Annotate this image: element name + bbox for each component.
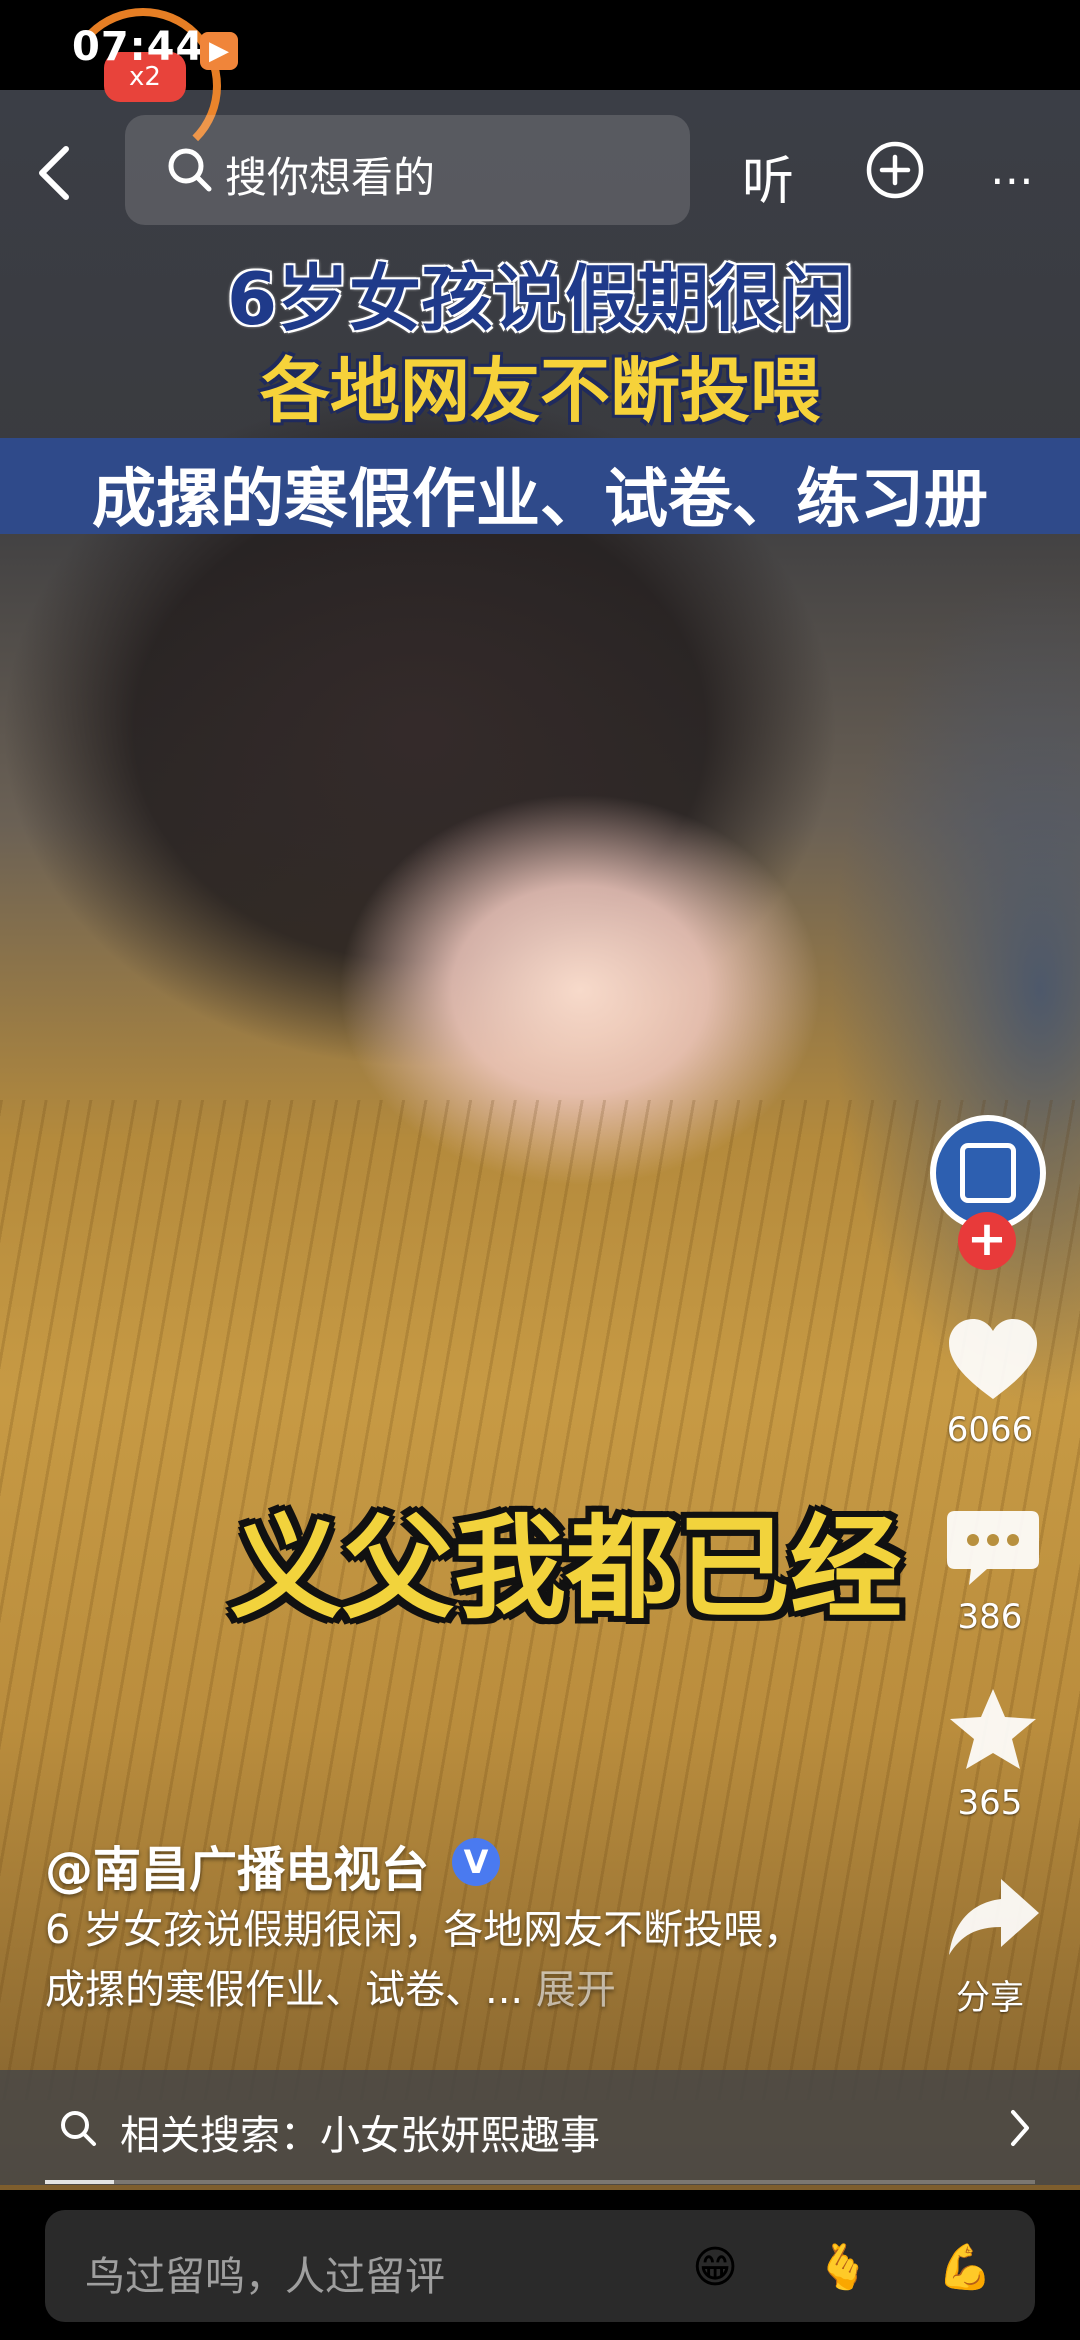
video-subtitle: 义父我都已经 <box>230 1504 902 1634</box>
related-search-text: 相关搜索：小女张妍熙趣事 <box>120 2113 600 2159</box>
top-bar: 搜你想看的 听 ⋯ <box>0 115 1080 225</box>
grin-emoji-icon[interactable]: 😁 <box>685 2238 745 2298</box>
station-logo-icon <box>960 1143 1016 1203</box>
video-headline-3: 成摞的寒假作业、试卷、练习册 <box>92 463 988 537</box>
author-name[interactable]: @南昌广播电视台 <box>45 1830 429 1900</box>
play-badge-icon: ▶ <box>200 32 238 70</box>
comment-bubble-icon[interactable] <box>943 1505 1043 1595</box>
video-player-screen: x2 07:44 ▶ 搜你想看的 听 ⋯ 6岁女孩说假期很闲 各地网友不断投喂 … <box>0 0 1080 2340</box>
chevron-right-icon <box>1011 2110 1029 2146</box>
favorite-count: 365 <box>957 1783 1023 1823</box>
video-description[interactable]: 6 岁女孩说假期很闲，各地网友不断投喂，成摞的寒假作业、试卷、... 展开 <box>45 1900 815 2020</box>
search-icon <box>61 2111 96 2146</box>
related-search-bar[interactable]: 相关搜索：小女张妍熙趣事 <box>0 2070 1080 2185</box>
share-arrow-icon[interactable] <box>943 1873 1043 1963</box>
back-icon[interactable] <box>30 143 80 203</box>
finger-heart-emoji-icon[interactable]: 🫰 <box>813 2238 873 2298</box>
description-text: 6 岁女孩说假期很闲，各地网友不断投喂，成摞的寒假作业、试卷、... <box>45 1907 804 2013</box>
favorite-star-icon[interactable] <box>943 1685 1043 1775</box>
comment-input-area: 鸟过留鸣，人过留评 😁 🫰 💪 <box>0 2190 1080 2340</box>
more-icon[interactable]: ⋯ <box>990 155 1036 206</box>
comment-placeholder: 鸟过留鸣，人过留评 <box>85 2254 445 2300</box>
status-bar: x2 07:44 ▶ <box>0 0 1080 164</box>
playback-progress-bar[interactable] <box>45 2180 1035 2184</box>
search-icon <box>168 148 212 192</box>
search-bar[interactable]: 搜你想看的 <box>125 115 690 225</box>
comment-count: 386 <box>957 1597 1023 1637</box>
follow-button[interactable]: + <box>958 1212 1016 1270</box>
like-count: 6066 <box>946 1410 1034 1450</box>
verified-badge-icon: V <box>452 1838 500 1886</box>
search-placeholder: 搜你想看的 <box>225 153 436 202</box>
flexed-arm-emoji-icon[interactable]: 💪 <box>935 2238 995 2298</box>
comment-input[interactable]: 鸟过留鸣，人过留评 😁 🫰 💪 <box>45 2210 1035 2322</box>
like-heart-icon[interactable] <box>943 1315 1043 1405</box>
playback-progress-fill <box>45 2180 115 2184</box>
video-headline-1: 6岁女孩说假期很闲 <box>226 257 854 341</box>
share-label: 分享 <box>956 1978 1024 2018</box>
status-time: 07:44 <box>72 24 205 70</box>
expand-link[interactable]: 展开 <box>536 1967 616 2013</box>
listen-button[interactable]: 听 <box>742 139 794 214</box>
add-circle-icon[interactable] <box>865 140 925 200</box>
video-headline-2: 各地网友不断投喂 <box>260 350 820 432</box>
